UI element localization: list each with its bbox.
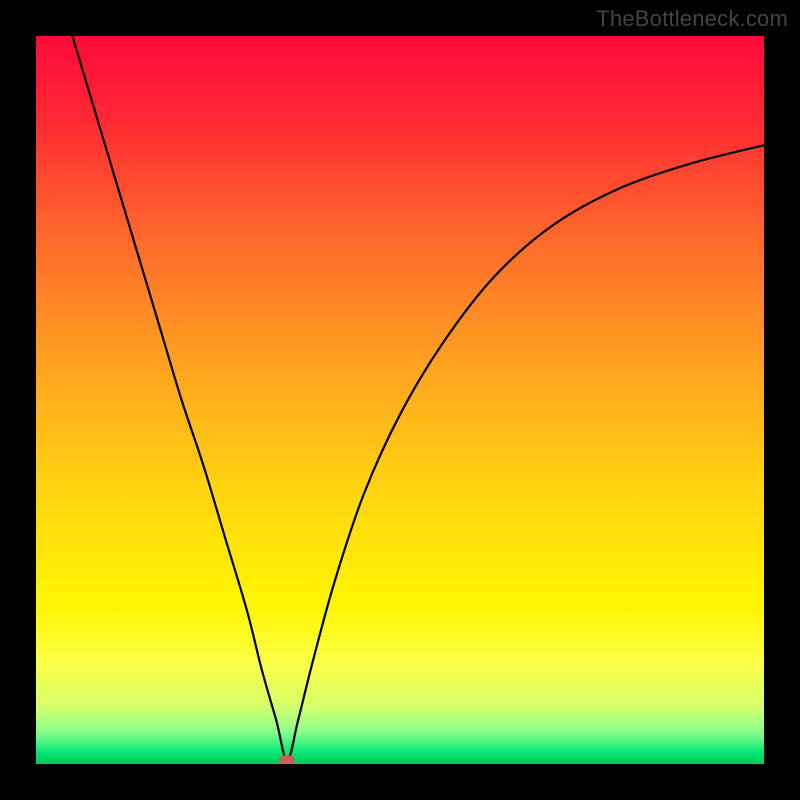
minimum-marker xyxy=(279,755,295,764)
chart-frame: TheBottleneck.com xyxy=(0,0,800,800)
plot-area xyxy=(36,36,764,764)
watermark-text: TheBottleneck.com xyxy=(596,6,788,32)
bottleneck-curve xyxy=(36,36,764,764)
